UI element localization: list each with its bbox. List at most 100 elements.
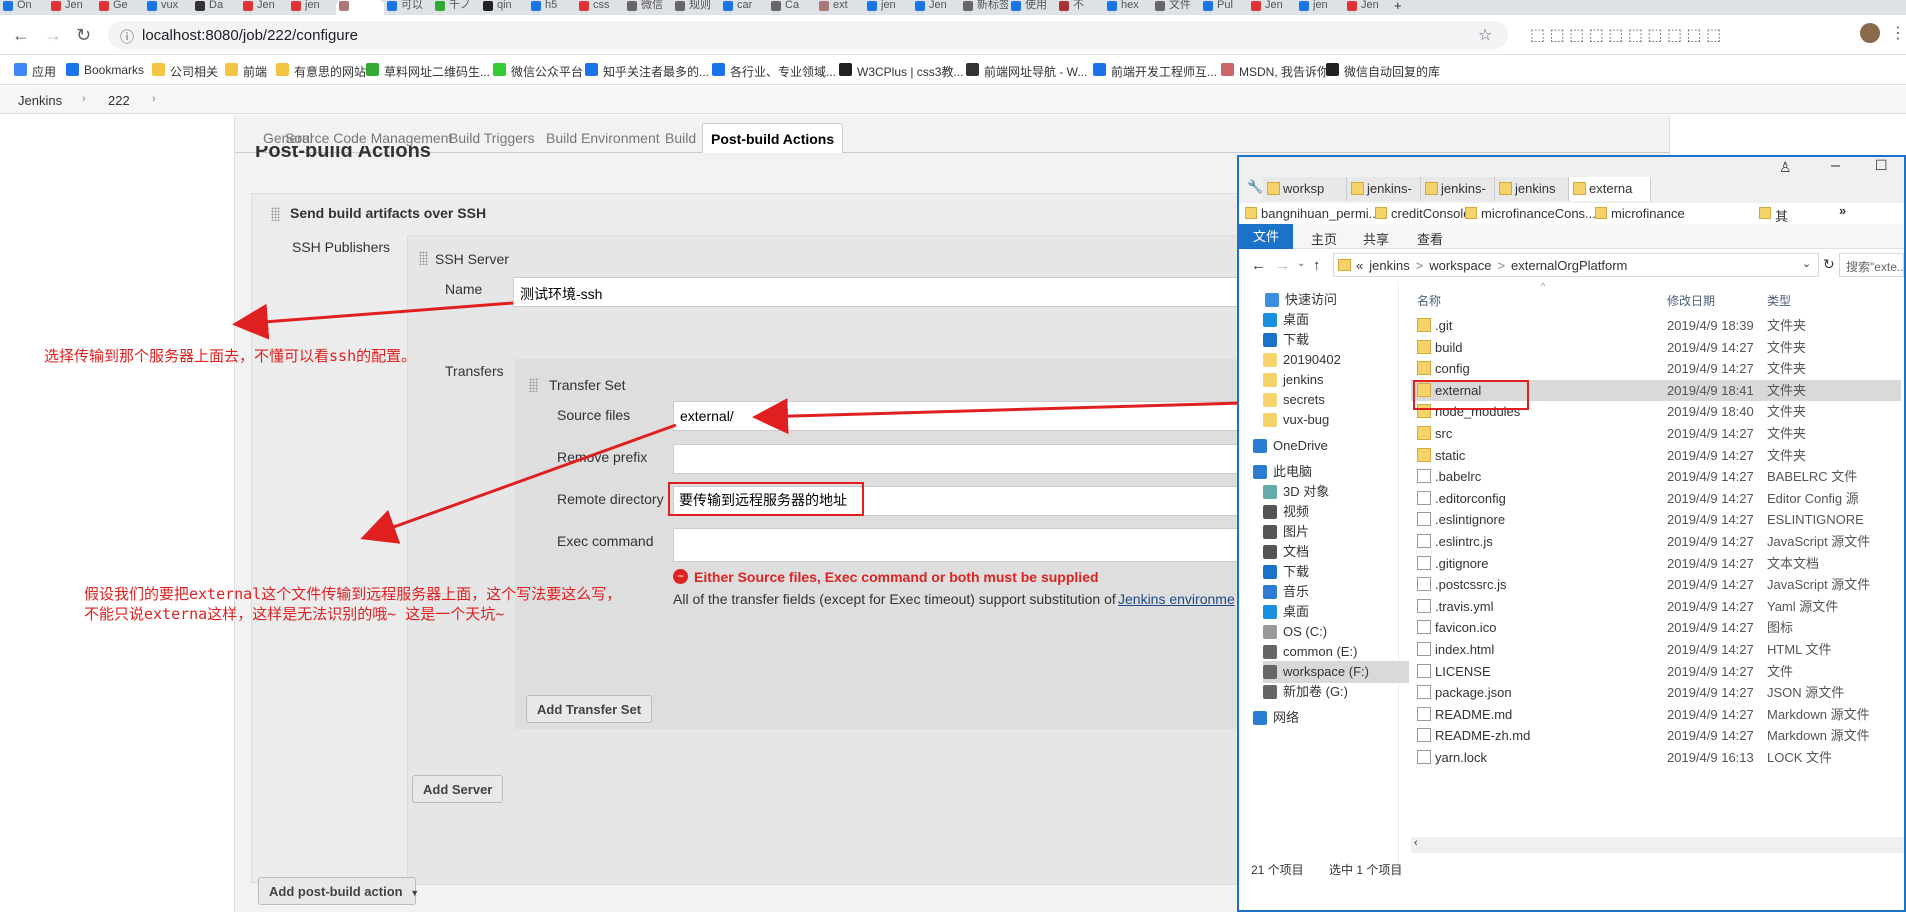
explorer-bookmark[interactable]: bangnihuan_permi... [1245, 206, 1380, 221]
file-date: 2019/4/9 14:27 [1667, 555, 1754, 571]
file-date: 2019/4/9 14:27 [1667, 728, 1754, 744]
file-row[interactable]: .babelrc 2019/4/9 14:27 BABELRC 文件 [1411, 466, 1901, 487]
nav-item-label: common (E:) [1283, 644, 1358, 659]
nav-item-icon [1263, 605, 1277, 619]
file-date: 2019/4/9 18:40 [1667, 404, 1754, 420]
file-row[interactable]: src 2019/4/9 14:27 文件夹 [1411, 423, 1901, 444]
horizontal-scrollbar[interactable]: ‹ [1411, 837, 1904, 853]
file-row[interactable]: favicon.ico 2019/4/9 14:27 图标 [1411, 617, 1901, 638]
folder-icon [1417, 318, 1431, 332]
explorer-bookmark[interactable]: 其 [1759, 206, 1788, 225]
file-name: .eslintignore [1435, 512, 1506, 528]
file-row[interactable]: README-zh.md 2019/4/9 14:27 Markdown 源文件 [1411, 725, 1901, 746]
explorer-bookmark-label: microfinance [1611, 206, 1685, 221]
path-segment[interactable]: jenkins [1369, 258, 1409, 273]
file-row[interactable]: build 2019/4/9 14:27 文件夹 [1411, 337, 1901, 358]
nav-item-label: workspace (F:) [1283, 664, 1369, 679]
explorer-bookmark[interactable]: microfinance [1595, 206, 1685, 221]
file-row[interactable]: .eslintrc.js 2019/4/9 14:27 JavaScript 源文件 [1411, 531, 1901, 552]
file-row[interactable]: README.md 2019/4/9 14:27 Markdown 源文件 [1411, 704, 1901, 725]
file-type: 文件夹 [1767, 339, 1807, 355]
ribbon-tab-file[interactable]: 文件 [1239, 224, 1293, 249]
minimize-icon[interactable]: – [1831, 157, 1840, 175]
nav-item-label: 视频 [1283, 504, 1310, 519]
explorer-tab[interactable]: externa [1569, 177, 1651, 201]
scroll-left-icon[interactable]: ‹ [1414, 837, 1418, 849]
file-icon [1417, 534, 1431, 548]
file-icon [1417, 490, 1431, 505]
explorer-address-bar[interactable]: « jenkins > workspace > externalOrgPlatform ⌄ [1333, 253, 1819, 277]
nav-item-icon [1263, 645, 1277, 659]
file-row[interactable]: yarn.lock 2019/4/9 16:13 LOCK 文件 [1411, 747, 1901, 768]
column-date[interactable]: 修改日期 [1667, 292, 1715, 309]
ribbon-tab-view[interactable]: 查看 [1417, 229, 1443, 248]
more-bookmarks-icon[interactable]: » [1839, 203, 1846, 218]
file-name: README-zh.md [1435, 728, 1531, 744]
column-name[interactable]: 名称 [1417, 292, 1441, 309]
file-row[interactable]: config 2019/4/9 14:27 文件夹 [1411, 358, 1901, 379]
file-icon [1417, 728, 1431, 743]
file-icon [1417, 706, 1431, 721]
nav-item-label: jenkins [1283, 372, 1324, 387]
file-name: .gitignore [1435, 555, 1489, 571]
maximize-icon[interactable]: ☐ [1875, 157, 1888, 174]
nav-item[interactable]: workspace (F:) [1263, 661, 1409, 683]
file-name: static [1435, 447, 1466, 463]
refresh-icon[interactable]: ↻ [1823, 256, 1835, 273]
status-selected: 选中 1 个项目 [1329, 863, 1403, 877]
file-icon [1417, 620, 1431, 635]
path-segment[interactable]: workspace [1429, 258, 1491, 273]
file-name: .babelrc [1435, 469, 1482, 485]
file-explorer-window: ♙ – ☐ 🔧 » 文件 主页 共享 查看 ← → ⌄ ↑ « jenkins > w… [1237, 155, 1906, 912]
explorer-search-input[interactable]: 搜索"exte... [1839, 253, 1904, 277]
ribbon-tab-share[interactable]: 共享 [1363, 229, 1389, 248]
file-row[interactable]: .gitignore 2019/4/9 14:27 文本文档 [1411, 553, 1901, 574]
explorer-bookmark[interactable]: microfinanceCons... [1465, 206, 1596, 221]
file-type: HTML 文件 [1767, 642, 1832, 657]
nav-item-icon [1263, 333, 1277, 347]
nav-item-label: 桌面 [1283, 604, 1310, 619]
forward-icon[interactable]: → [1275, 257, 1290, 274]
file-type: ESLINTIGNORE [1767, 512, 1864, 528]
nav-item-label: 新加卷 (G:) [1283, 684, 1348, 699]
file-row[interactable]: .git 2019/4/9 18:39 文件夹 [1411, 315, 1901, 336]
explorer-tab[interactable]: jenkins [1495, 177, 1569, 201]
explorer-tab[interactable]: jenkins- [1347, 177, 1421, 201]
up-icon[interactable]: ↑ [1313, 257, 1321, 274]
file-date: 2019/4/9 14:27 [1667, 598, 1754, 614]
file-type: Markdown 源文件 [1767, 728, 1870, 744]
file-row[interactable]: static 2019/4/9 14:27 文件夹 [1411, 445, 1901, 466]
explorer-tab[interactable]: jenkins- [1421, 177, 1495, 201]
nav-item-label: 图片 [1283, 524, 1310, 539]
file-row[interactable]: .postcssrc.js 2019/4/9 14:27 JavaScript 源文… [1411, 574, 1901, 595]
file-row[interactable]: index.html 2019/4/9 14:27 HTML 文件 [1411, 639, 1901, 660]
recent-locations-icon[interactable]: ⌄ [1297, 258, 1305, 269]
file-name: build [1435, 339, 1463, 355]
file-row[interactable]: .travis.yml 2019/4/9 14:27 Yaml 源文件 [1411, 596, 1901, 617]
file-date: 2019/4/9 14:27 [1667, 534, 1754, 549]
folder-icon [1417, 426, 1431, 440]
annotation-note2-line1: 假设我们的要把external这个文件传输到远程服务器上面，这个写法要这么写， [84, 585, 622, 603]
file-date: 2019/4/9 14:27 [1667, 577, 1754, 593]
folder-icon [1573, 182, 1586, 195]
file-row[interactable]: LICENSE 2019/4/9 14:27 文件 [1411, 661, 1901, 682]
column-type[interactable]: 类型 [1767, 292, 1791, 309]
nav-item-label: 下载 [1283, 564, 1310, 579]
chevron-down-icon[interactable]: ⌄ [1802, 257, 1811, 270]
file-row[interactable]: .eslintignore 2019/4/9 14:27 ESLINTIGNORE [1411, 509, 1901, 530]
nav-item-icon [1263, 413, 1277, 427]
ribbon-tab-home[interactable]: 主页 [1311, 229, 1337, 248]
file-name: LICENSE [1435, 663, 1491, 679]
file-date: 2019/4/9 14:27 [1667, 512, 1754, 528]
path-segment[interactable]: externalOrgPlatform [1511, 258, 1627, 273]
nav-item-icon [1263, 373, 1277, 387]
back-icon[interactable]: ← [1251, 257, 1266, 274]
explorer-bookmark[interactable]: creditConsole [1375, 206, 1471, 221]
user-icon[interactable]: ♙ [1779, 159, 1792, 176]
external-highlight [1413, 380, 1529, 410]
wrench-icon: 🔧 [1247, 179, 1264, 194]
nav-item-label: 20190402 [1283, 352, 1341, 367]
file-row[interactable]: .editorconfig 2019/4/9 14:27 Editor Config… [1411, 488, 1901, 509]
file-row[interactable]: package.json 2019/4/9 14:27 JSON 源文件 [1411, 682, 1901, 703]
explorer-tab[interactable]: worksp [1263, 177, 1347, 201]
